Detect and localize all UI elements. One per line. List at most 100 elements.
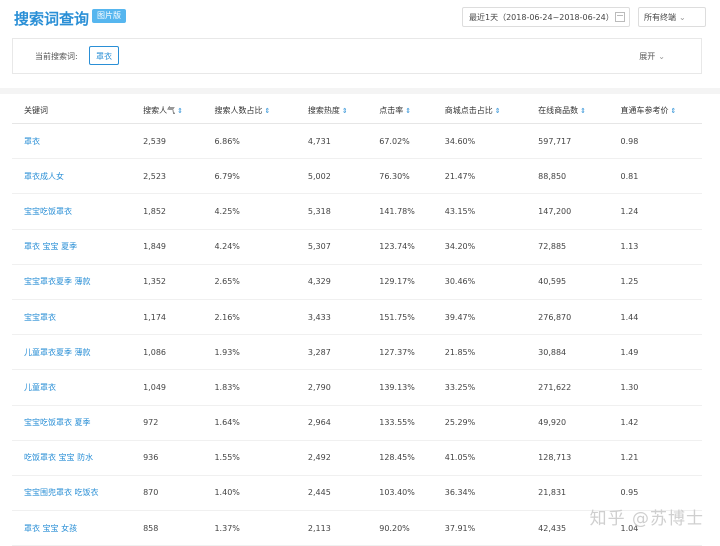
page-header: 搜索词查询 图片版 最近1天（2018-06-24~2018-06-24） 所有… xyxy=(0,0,720,38)
table-cell: 139.13% xyxy=(367,369,433,406)
table-cell: 72,885 xyxy=(526,229,609,265)
terminal-select[interactable]: 所有终端 ⌄ xyxy=(638,7,706,27)
table-cell: 76.30% xyxy=(367,158,433,195)
table-cell: 5,318 xyxy=(295,193,368,230)
table-row: 儿童罩衣夏季 薄款 1,086 1.93% 3,287 127.37% 21.85% 30,… xyxy=(12,334,702,371)
date-range-picker[interactable]: 最近1天（2018-06-24~2018-06-24） xyxy=(462,7,630,27)
table-row: 罩衣 宝宝 夏季 1,849 4.24% 5,307 123.74% 34.20% 72,8… xyxy=(12,229,702,265)
table-cell: 1.55% xyxy=(202,440,296,476)
table-cell: 37.91% xyxy=(432,510,527,546)
table-cell: 271,622 xyxy=(526,369,609,406)
table-cell: 1.49 xyxy=(608,334,702,371)
column-label: 关键词 xyxy=(24,105,48,115)
table-cell: 1.40% xyxy=(202,475,296,512)
column-header-ztc-reference-price[interactable]: 直通车参考价 ⇕ xyxy=(608,97,702,124)
table-cell: 34.20% xyxy=(432,229,527,265)
column-label: 直通车参考价 xyxy=(620,105,669,115)
column-label: 点击率 xyxy=(379,105,404,115)
current-keyword-label: 当前搜索词: xyxy=(35,52,78,61)
table-cell: 129.17% xyxy=(367,264,433,300)
keyword-link[interactable]: 吃饭罩衣 宝宝 防水 xyxy=(12,440,132,476)
table-cell: 1.42 xyxy=(608,405,702,441)
table-cell: 3,287 xyxy=(295,334,368,371)
keyword-table: 关键词 搜索人气 ⇕ 搜索人数占比 ⇕ 搜索热度 ⇕ 点击率 ⇕ 商城点击占比 ⇕ 在线商… xyxy=(12,97,702,546)
table-cell: 1,049 xyxy=(131,369,203,406)
sort-icon[interactable]: ⇕ xyxy=(177,107,183,115)
table-cell: 33.25% xyxy=(432,369,527,406)
keyword-link[interactable]: 罩衣 xyxy=(12,123,132,160)
table-cell: 858 xyxy=(131,510,203,546)
table-cell: 151.75% xyxy=(367,299,433,336)
sort-icon[interactable]: ⇕ xyxy=(342,107,348,115)
keyword-link[interactable]: 罩衣成人女 xyxy=(12,158,132,195)
table-cell: 128.45% xyxy=(367,440,433,476)
table-row: 罩衣 2,539 6.86% 4,731 67.02% 34.60% 597,717 0.98 xyxy=(12,123,702,160)
table-cell: 1.83% xyxy=(202,369,296,406)
table-cell: 1,849 xyxy=(131,229,203,265)
column-label: 搜索人气 xyxy=(143,105,176,115)
table-cell: 2,790 xyxy=(295,369,368,406)
sort-icon[interactable]: ⇕ xyxy=(671,107,677,115)
column-header-keyword: 关键词 xyxy=(12,97,132,124)
table-cell: 1.24 xyxy=(608,193,702,230)
sort-icon[interactable]: ⇕ xyxy=(495,107,501,115)
keyword-link[interactable]: 宝宝围兜罩衣 吃饭衣 xyxy=(12,475,132,512)
column-header-click-rate[interactable]: 点击率 ⇕ xyxy=(367,97,433,124)
date-range-text: 最近1天（2018-06-24~2018-06-24） xyxy=(469,13,614,22)
sort-icon[interactable]: ⇕ xyxy=(405,107,411,115)
table-cell: 88,850 xyxy=(526,158,609,195)
graphic-mode-badge[interactable]: 图片版 xyxy=(92,9,126,23)
calendar-icon[interactable] xyxy=(615,12,625,22)
keyword-link[interactable]: 宝宝罩衣夏季 薄款 xyxy=(12,264,132,300)
column-header-searcher-share[interactable]: 搜索人数占比 ⇕ xyxy=(202,97,296,124)
keyword-link[interactable]: 儿童罩衣 xyxy=(12,369,132,406)
column-label: 搜索热度 xyxy=(307,105,340,115)
table-cell: 1,086 xyxy=(131,334,203,371)
keyword-link[interactable]: 宝宝吃饭罩衣 夏季 xyxy=(12,405,132,441)
table-cell: 41.05% xyxy=(432,440,527,476)
table-cell: 90.20% xyxy=(367,510,433,546)
table-cell: 0.98 xyxy=(608,123,702,160)
table-cell: 870 xyxy=(131,475,203,512)
table-row: 罩衣成人女 2,523 6.79% 5,002 76.30% 21.47% 88,850 0.… xyxy=(12,158,702,195)
column-label: 商城点击占比 xyxy=(444,105,493,115)
keyword-link[interactable]: 宝宝罩衣 xyxy=(12,299,132,336)
column-header-search-popularity[interactable]: 搜索人气 ⇕ xyxy=(131,97,203,124)
table-cell: 1.30 xyxy=(608,369,702,406)
table-cell: 1.64% xyxy=(202,405,296,441)
table-cell: 34.60% xyxy=(432,123,527,160)
table-cell: 5,002 xyxy=(295,158,368,195)
sort-icon[interactable]: ⇕ xyxy=(264,107,270,115)
table-cell: 21.47% xyxy=(432,158,527,195)
keyword-link[interactable]: 罩衣 宝宝 女孩 xyxy=(12,510,132,546)
table-cell: 4,731 xyxy=(295,123,368,160)
table-row: 吃饭罩衣 宝宝 防水 936 1.55% 2,492 128.45% 41.05% 128,… xyxy=(12,440,702,476)
table-cell: 2.65% xyxy=(202,264,296,300)
section-divider xyxy=(0,88,720,94)
column-header-online-products[interactable]: 在线商品数 ⇕ xyxy=(526,97,609,124)
column-header-search-heat[interactable]: 搜索热度 ⇕ xyxy=(295,97,368,124)
column-header-mall-click-share[interactable]: 商城点击占比 ⇕ xyxy=(432,97,527,124)
table-cell: 40,595 xyxy=(526,264,609,300)
table-cell: 1.93% xyxy=(202,334,296,371)
keyword-link[interactable]: 罩衣 宝宝 夏季 xyxy=(12,229,132,265)
keyword-link[interactable]: 儿童罩衣夏季 薄款 xyxy=(12,334,132,371)
table-row: 宝宝罩衣 1,174 2.16% 3,433 151.75% 39.47% 276,870 1… xyxy=(12,299,702,336)
table-cell: 936 xyxy=(131,440,203,476)
table-cell: 972 xyxy=(131,405,203,441)
table-cell: 1.13 xyxy=(608,229,702,265)
keyword-link[interactable]: 宝宝吃饭罩衣 xyxy=(12,193,132,230)
table-cell: 103.40% xyxy=(367,475,433,512)
chevron-down-icon: ⌄ xyxy=(658,52,665,61)
table-cell: 67.02% xyxy=(367,123,433,160)
current-keyword-tag[interactable]: 罩衣 xyxy=(89,46,119,65)
table-cell: 1.25 xyxy=(608,264,702,300)
table-cell: 1,174 xyxy=(131,299,203,336)
table-cell: 2,113 xyxy=(295,510,368,546)
table-cell: 0.81 xyxy=(608,158,702,195)
sort-icon[interactable]: ⇕ xyxy=(580,107,586,115)
table-row: 宝宝吃饭罩衣 夏季 972 1.64% 2,964 133.55% 25.29% 49,92… xyxy=(12,405,702,441)
table-cell: 123.74% xyxy=(367,229,433,265)
expand-button[interactable]: 展开 ⌄ xyxy=(639,51,665,62)
table-cell: 6.79% xyxy=(202,158,296,195)
